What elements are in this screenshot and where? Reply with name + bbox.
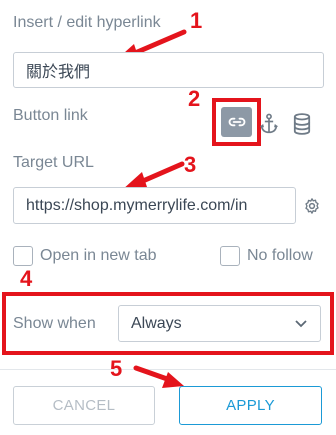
no-follow-checkbox[interactable] — [220, 246, 240, 266]
show-when-label: Show when — [13, 315, 96, 332]
open-new-tab-option[interactable]: Open in new tab — [13, 246, 157, 266]
database-icon-button[interactable] — [291, 112, 313, 136]
open-new-tab-label: Open in new tab — [40, 247, 157, 264]
link-icon — [228, 117, 245, 127]
apply-button[interactable]: APPLY — [179, 386, 322, 425]
gear-icon — [305, 198, 319, 214]
url-settings-button[interactable] — [302, 196, 322, 216]
no-follow-label: No follow — [247, 247, 313, 264]
annotation-number-4: 4 — [20, 266, 33, 291]
annotation-number-2: 2 — [188, 86, 201, 111]
link-icon-button[interactable] — [221, 107, 252, 137]
annotation-number-1: 1 — [190, 8, 203, 33]
target-url-input[interactable]: https://shop.mymerrylife.com/in — [13, 187, 296, 224]
database-icon — [293, 113, 311, 135]
anchor-icon — [259, 113, 279, 134]
cancel-button[interactable]: CANCEL — [13, 386, 155, 425]
show-when-value: Always — [131, 314, 182, 332]
anchor-icon-button[interactable] — [258, 112, 280, 136]
target-url-label: Target URL — [13, 154, 94, 171]
link-text-input[interactable]: 關於我們 — [13, 52, 324, 88]
target-url-value: https://shop.mymerrylife.com/in — [26, 196, 248, 214]
button-link-label: Button link — [13, 107, 88, 124]
annotation-number-5: 5 — [110, 356, 123, 381]
open-new-tab-checkbox[interactable] — [13, 246, 33, 266]
no-follow-option[interactable]: No follow — [220, 246, 313, 266]
link-text-value: 關於我們 — [26, 64, 91, 81]
show-when-select[interactable]: Always — [118, 305, 321, 342]
chevron-down-icon — [295, 319, 307, 327]
